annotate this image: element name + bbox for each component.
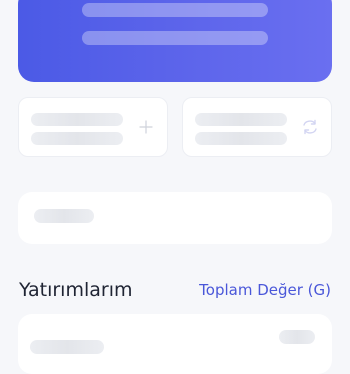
portfolio-summary-card bbox=[18, 0, 332, 82]
item-value-skeleton bbox=[279, 330, 315, 344]
summary-skeleton-line-2 bbox=[82, 31, 268, 45]
info-skeleton-line bbox=[34, 209, 94, 223]
action-skeleton-line-1 bbox=[31, 113, 123, 126]
summary-skeleton-line-1 bbox=[82, 3, 268, 17]
action-skeleton-line-1 bbox=[195, 113, 287, 126]
action-skeleton-line-2 bbox=[195, 132, 287, 145]
info-card bbox=[18, 192, 332, 244]
item-name-skeleton bbox=[30, 340, 104, 354]
action-skeleton-line-2 bbox=[31, 132, 123, 145]
section-title: Yatırımlarım bbox=[19, 279, 133, 301]
swap-icon bbox=[301, 118, 319, 136]
sort-by-total-value-link[interactable]: Toplam Değer (G) bbox=[199, 281, 331, 299]
add-investment-card[interactable] bbox=[18, 97, 168, 157]
investment-list-item[interactable] bbox=[18, 314, 332, 374]
swap-investment-card[interactable] bbox=[182, 97, 332, 157]
plus-icon bbox=[137, 118, 155, 136]
